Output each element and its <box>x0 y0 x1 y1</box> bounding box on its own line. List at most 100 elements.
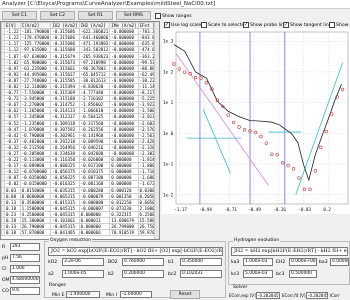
table-cell[interactable]: -0.92 <box>4 70 21 78</box>
table-cell[interactable]: -0.000000 <box>109 64 139 72</box>
table-cell[interactable]: -0.315679 <box>50 52 80 60</box>
table-cell[interactable]: -0.42 <box>4 131 21 139</box>
a2-field[interactable]: 1.000e-05 <box>62 270 104 278</box>
table-cell[interactable]: -0.000000 <box>109 101 139 109</box>
kc3-field[interactable]: 5.000e-03 <box>243 270 273 278</box>
b-o2-field[interactable]: 0.760000 <box>122 258 164 266</box>
table-cell[interactable]: -0.0700000 <box>19 168 52 176</box>
table-cell[interactable]: -0.000000 <box>109 95 139 103</box>
table-cell[interactable]: -0.57 <box>4 113 21 121</box>
b1-field[interactable]: 0.350000 <box>180 258 222 266</box>
table-cell[interactable]: -0.016325 <box>50 180 80 188</box>
table-cell[interactable]: -265.938623 <box>78 52 111 60</box>
table-cell[interactable]: -0.292218 <box>50 137 80 145</box>
table-cell[interactable]: -0.000000 <box>109 143 139 151</box>
table-cell[interactable]: -97.635000 <box>19 46 52 54</box>
table-cell[interactable]: -0.47 <box>4 125 21 133</box>
table-cell[interactable]: -0.315494 <box>50 82 80 91</box>
ka3-field[interactable]: 1.000e-03 <box>243 258 273 266</box>
table-cell[interactable]: -0.015315 <box>50 198 80 206</box>
table-cell[interactable]: 13.680679 <box>109 216 139 225</box>
min-i-field[interactable]: -1.00000 <box>120 291 152 298</box>
set-rms-button[interactable]: Set RMS <box>116 11 151 20</box>
table-cell[interactable]: -0.32 <box>4 143 21 151</box>
table-cell[interactable]: -0.315585 <box>50 76 80 84</box>
table-cell[interactable]: -622.366021 <box>78 28 111 36</box>
table-cell[interactable]: -1.22 <box>4 28 21 36</box>
table-cell[interactable]: -0.315686 <box>50 34 80 42</box>
table-cell[interactable]: -0.0350000 <box>19 174 52 182</box>
bc3-field[interactable]: 0.500000 <box>289 270 317 278</box>
table-cell[interactable]: -0.307592 <box>50 125 80 133</box>
column-header[interactable]: IH2 [A/m2] <box>78 22 111 30</box>
param-field[interactable]: 4.68000000 <box>10 276 40 284</box>
data-grid[interactable]: E[V] I[A/m2] IO2 [A/m2] IH2 [A/m2] IMe [A/m2… <box>0 21 160 240</box>
table-cell[interactable]: -0.72 <box>4 95 21 103</box>
ba3-field[interactable]: 0.000000 <box>330 258 349 266</box>
set-c2-button[interactable]: Set C2 <box>40 11 75 20</box>
table-cell[interactable]: -0.87 <box>4 76 21 84</box>
table-cell[interactable]: 26.799800 <box>109 223 139 231</box>
table-cell[interactable]: -0.000000 <box>109 40 139 48</box>
table-cell[interactable]: -96.367803 <box>78 64 111 72</box>
table-cell[interactable]: -0.065315 <box>50 192 80 200</box>
table-cell[interactable]: 70.910519 <box>109 229 139 237</box>
table-cell[interactable]: -97.210998 <box>78 58 111 66</box>
table-cell[interactable]: -0.52 <box>4 119 21 127</box>
grid-scrollbar[interactable] <box>154 22 159 239</box>
table-cell[interactable]: -641.460066 <box>78 34 111 42</box>
table-cell[interactable]: -0.315661 <box>50 64 80 72</box>
table-cell[interactable]: -1.22 <box>4 34 21 42</box>
table-cell[interactable]: -12.110000 <box>19 82 52 91</box>
table-cell[interactable]: -0.000000 <box>109 82 139 91</box>
table-cell[interactable]: -0.315673 <box>50 58 80 66</box>
table-cell[interactable]: -65.645712 <box>78 70 111 78</box>
table-cell[interactable]: -1.07 <box>4 52 21 60</box>
ecorr-fit-field[interactable]: -0.282845 <box>306 292 328 299</box>
table-cell[interactable]: -0.045315 <box>50 210 80 219</box>
table-cell[interactable]: -87.630000 <box>19 52 52 60</box>
table-cell[interactable]: -0.309318 <box>50 119 80 127</box>
table-cell[interactable]: -63.235000 <box>19 64 52 72</box>
column-header[interactable]: IMe [A/m2] <box>109 22 139 30</box>
param-field[interactable]: 9.6 <box>10 287 40 295</box>
table-cell[interactable]: -125.770000 <box>19 40 52 48</box>
table-cell[interactable]: -0.315686 <box>50 40 80 48</box>
table-cell[interactable]: -0.37 <box>4 137 21 145</box>
bc2-field[interactable]: 0.102031 <box>180 270 222 278</box>
table-cell[interactable]: -0.000000 <box>109 107 139 115</box>
table-cell[interactable]: -0.000000 <box>109 52 139 60</box>
table-cell[interactable]: -1.17 <box>4 40 21 48</box>
table-cell[interactable]: -0.22 <box>4 156 21 164</box>
table-cell[interactable]: -0.101661 <box>50 216 80 225</box>
table-cell[interactable]: -0.000000 <box>109 34 139 42</box>
b2-field[interactable]: 0.200000 <box>122 270 164 278</box>
table-cell[interactable]: -0.045315 <box>50 223 80 231</box>
table-cell[interactable]: -30.012613 <box>78 76 111 84</box>
table-cell[interactable]: -0.264956 <box>50 143 80 151</box>
table-cell[interactable]: -0.000000 <box>109 89 139 97</box>
table-cell[interactable]: -0.056375 <box>50 168 80 176</box>
table-cell[interactable]: -0.000000 <box>109 131 139 139</box>
checkbox-box[interactable] <box>155 13 161 19</box>
table-cell[interactable]: 0.000066 <box>78 229 111 237</box>
table-cell[interactable]: -44.495000 <box>19 70 52 78</box>
eh2-field[interactable]: 0.000e+00 <box>289 258 317 266</box>
table-cell[interactable]: -0.116350 <box>50 156 80 164</box>
table-cell[interactable]: -0.045315 <box>50 204 80 212</box>
table-cell[interactable]: -0.82 <box>4 82 21 91</box>
table-cell[interactable]: -0.315369 <box>50 89 80 97</box>
k-o2-field[interactable]: 3.2e-06 <box>62 258 104 266</box>
table-cell[interactable]: -0.041465 <box>50 229 80 237</box>
table-cell[interactable]: -0.27 <box>4 149 21 158</box>
table-cell[interactable]: -0.050325 <box>50 174 80 182</box>
table-cell[interactable]: -0.17 <box>4 162 21 170</box>
table-cell[interactable]: -0.02 <box>4 180 21 188</box>
table-cell[interactable]: -0.62 <box>4 107 21 115</box>
table-cell[interactable]: -343.503812 <box>78 46 111 54</box>
table-cell[interactable]: -0.234638 <box>50 149 80 158</box>
table-cell[interactable]: -0.000000 <box>109 119 139 127</box>
table-cell[interactable]: -0.12 <box>4 168 21 176</box>
table-cell[interactable]: -471.193883 <box>78 40 111 48</box>
table-cell[interactable]: -0.080325 <box>50 162 80 170</box>
